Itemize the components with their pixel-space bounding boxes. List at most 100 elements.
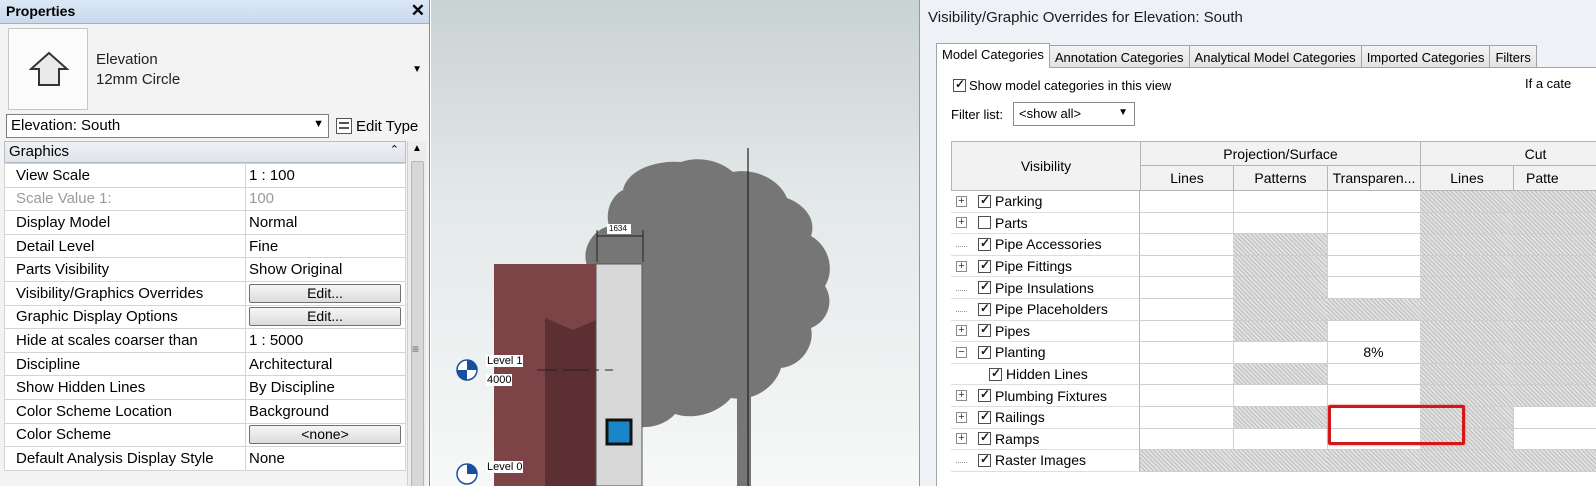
elevation-view-canvas[interactable]: Level 1 4000 Level 0 1634 bbox=[431, 0, 919, 486]
expand-icon[interactable]: + bbox=[956, 195, 967, 207]
property-value[interactable]: Normal bbox=[245, 210, 406, 235]
proj-patterns-cell[interactable] bbox=[1233, 428, 1328, 451]
proj-lines-cell[interactable] bbox=[1140, 428, 1234, 451]
proj-patterns-cell[interactable] bbox=[1233, 407, 1328, 429]
property-value[interactable]: Background bbox=[245, 398, 406, 424]
property-row[interactable]: Detail Level Fine bbox=[4, 233, 406, 259]
header-cut-lines[interactable]: Lines bbox=[1420, 165, 1514, 191]
edit-type-button[interactable]: Edit Type bbox=[336, 114, 418, 138]
header-transparency[interactable]: Transparen... bbox=[1327, 165, 1421, 191]
category-checkbox[interactable] bbox=[978, 322, 991, 338]
category-row[interactable]: Pipe Placeholders bbox=[951, 299, 1596, 321]
proj-lines-cell[interactable] bbox=[1140, 342, 1234, 364]
proj-lines-cell[interactable] bbox=[1140, 320, 1234, 343]
property-row[interactable]: View Scale 1 : 100 bbox=[4, 163, 406, 188]
cut-lines-cell[interactable] bbox=[1420, 277, 1514, 299]
level-0-label[interactable]: Level 0 bbox=[486, 461, 524, 473]
proj-lines-cell[interactable] bbox=[1140, 234, 1234, 256]
transparency-cell[interactable] bbox=[1327, 191, 1421, 213]
chevron-down-icon[interactable]: ▼ bbox=[412, 64, 422, 75]
category-checkbox[interactable] bbox=[978, 236, 991, 251]
category-row[interactable]: + Parking bbox=[951, 191, 1596, 213]
cut-patterns-cell[interactable] bbox=[1513, 234, 1596, 256]
category-row[interactable]: Hidden Lines bbox=[951, 363, 1596, 386]
instance-selector[interactable]: Elevation: South ▼ bbox=[6, 114, 329, 138]
transparency-cell[interactable]: 8% bbox=[1327, 342, 1421, 364]
transparency-cell[interactable] bbox=[1327, 385, 1421, 407]
cut-patterns-cell[interactable] bbox=[1513, 450, 1596, 472]
proj-lines-cell[interactable] bbox=[1140, 191, 1234, 213]
expand-icon[interactable]: + bbox=[956, 390, 967, 402]
expand-icon[interactable]: + bbox=[956, 217, 967, 229]
category-row[interactable]: + Pipes bbox=[951, 320, 1596, 343]
proj-patterns-cell[interactable] bbox=[1233, 320, 1328, 343]
cut-patterns-cell[interactable] bbox=[1513, 407, 1596, 429]
category-row[interactable]: + Ramps bbox=[951, 428, 1596, 451]
property-value[interactable]: By Discipline bbox=[245, 375, 406, 400]
transparency-cell[interactable] bbox=[1327, 255, 1421, 278]
category-checkbox[interactable] bbox=[978, 258, 991, 273]
proj-patterns-cell[interactable] bbox=[1233, 450, 1328, 472]
category-checkbox[interactable] bbox=[989, 366, 1002, 381]
property-row[interactable]: Default Analysis Display Style None bbox=[4, 446, 406, 471]
category-checkbox[interactable] bbox=[978, 216, 991, 230]
type-selector[interactable]: Elevation 12mm Circle ▼ bbox=[6, 28, 426, 112]
scroll-up-icon[interactable]: ▲ bbox=[412, 143, 422, 154]
property-row[interactable]: Hide at scales coarser than 1 : 5000 bbox=[4, 328, 406, 353]
collapse-icon[interactable]: − bbox=[956, 346, 967, 358]
property-value[interactable]: 1 : 5000 bbox=[245, 328, 406, 353]
tab-model-categories[interactable]: Model Categories bbox=[936, 43, 1050, 68]
cut-patterns-cell[interactable] bbox=[1513, 342, 1596, 364]
close-icon[interactable]: ✕ bbox=[411, 1, 425, 21]
transparency-cell[interactable] bbox=[1327, 320, 1421, 343]
cut-lines-cell[interactable] bbox=[1420, 212, 1514, 235]
proj-lines-cell[interactable] bbox=[1140, 385, 1234, 407]
transparency-cell[interactable] bbox=[1327, 299, 1421, 321]
cut-patterns-cell[interactable] bbox=[1513, 429, 1596, 451]
proj-patterns-cell[interactable] bbox=[1233, 212, 1328, 235]
scrollbar-thumb[interactable] bbox=[411, 161, 424, 486]
transparency-cell[interactable] bbox=[1327, 363, 1421, 386]
transparency-cell[interactable] bbox=[1327, 234, 1421, 256]
header-patterns[interactable]: Patterns bbox=[1233, 165, 1328, 191]
proj-lines-cell[interactable] bbox=[1140, 363, 1234, 386]
expand-icon[interactable]: + bbox=[956, 433, 967, 445]
category-checkbox[interactable] bbox=[978, 344, 991, 359]
expand-icon[interactable]: + bbox=[956, 325, 967, 337]
category-row[interactable]: Pipe Insulations bbox=[951, 277, 1596, 299]
category-row[interactable]: + Parts bbox=[951, 212, 1596, 235]
cut-patterns-cell[interactable] bbox=[1513, 191, 1596, 213]
cut-lines-cell[interactable] bbox=[1420, 363, 1514, 386]
property-value[interactable]: Show Original bbox=[245, 257, 406, 282]
cut-patterns-cell[interactable] bbox=[1513, 299, 1596, 321]
proj-patterns-cell[interactable] bbox=[1233, 277, 1328, 299]
group-header-graphics[interactable]: Graphics ⌃ bbox=[4, 141, 406, 163]
category-row[interactable]: Raster Images bbox=[951, 450, 1596, 472]
proj-lines-cell[interactable] bbox=[1140, 277, 1234, 299]
property-value[interactable]: 1 : 100 bbox=[245, 163, 406, 188]
proj-patterns-cell[interactable] bbox=[1233, 191, 1328, 213]
category-checkbox[interactable] bbox=[978, 452, 991, 467]
transparency-cell[interactable] bbox=[1327, 212, 1421, 235]
category-checkbox[interactable] bbox=[978, 193, 991, 208]
header-cut-patterns[interactable]: Patte bbox=[1513, 165, 1596, 191]
tab-analytical-model-categories[interactable]: Analytical Model Categories bbox=[1188, 45, 1362, 68]
tab-annotation-categories[interactable]: Annotation Categories bbox=[1048, 45, 1190, 68]
category-row[interactable]: − Planting 8% bbox=[951, 342, 1596, 364]
proj-lines-cell[interactable] bbox=[1140, 255, 1234, 278]
cut-patterns-cell[interactable] bbox=[1513, 255, 1596, 278]
category-checkbox[interactable] bbox=[978, 387, 991, 403]
category-checkbox[interactable] bbox=[978, 279, 991, 295]
cut-patterns-cell[interactable] bbox=[1513, 212, 1596, 235]
category-row[interactable]: Pipe Accessories bbox=[951, 234, 1596, 256]
header-lines[interactable]: Lines bbox=[1140, 165, 1234, 191]
filter-list-select[interactable]: <show all> ▼ bbox=[1013, 102, 1135, 126]
category-checkbox[interactable] bbox=[978, 409, 991, 424]
color-scheme-button[interactable]: <none> bbox=[249, 425, 401, 445]
property-row[interactable]: Display Model Normal bbox=[4, 210, 406, 235]
category-checkbox[interactable] bbox=[978, 301, 991, 316]
cut-lines-cell[interactable] bbox=[1420, 191, 1514, 213]
expand-icon[interactable]: + bbox=[956, 260, 967, 272]
tab-imported-categories[interactable]: Imported Categories bbox=[1360, 45, 1491, 68]
proj-patterns-cell[interactable] bbox=[1233, 255, 1328, 278]
